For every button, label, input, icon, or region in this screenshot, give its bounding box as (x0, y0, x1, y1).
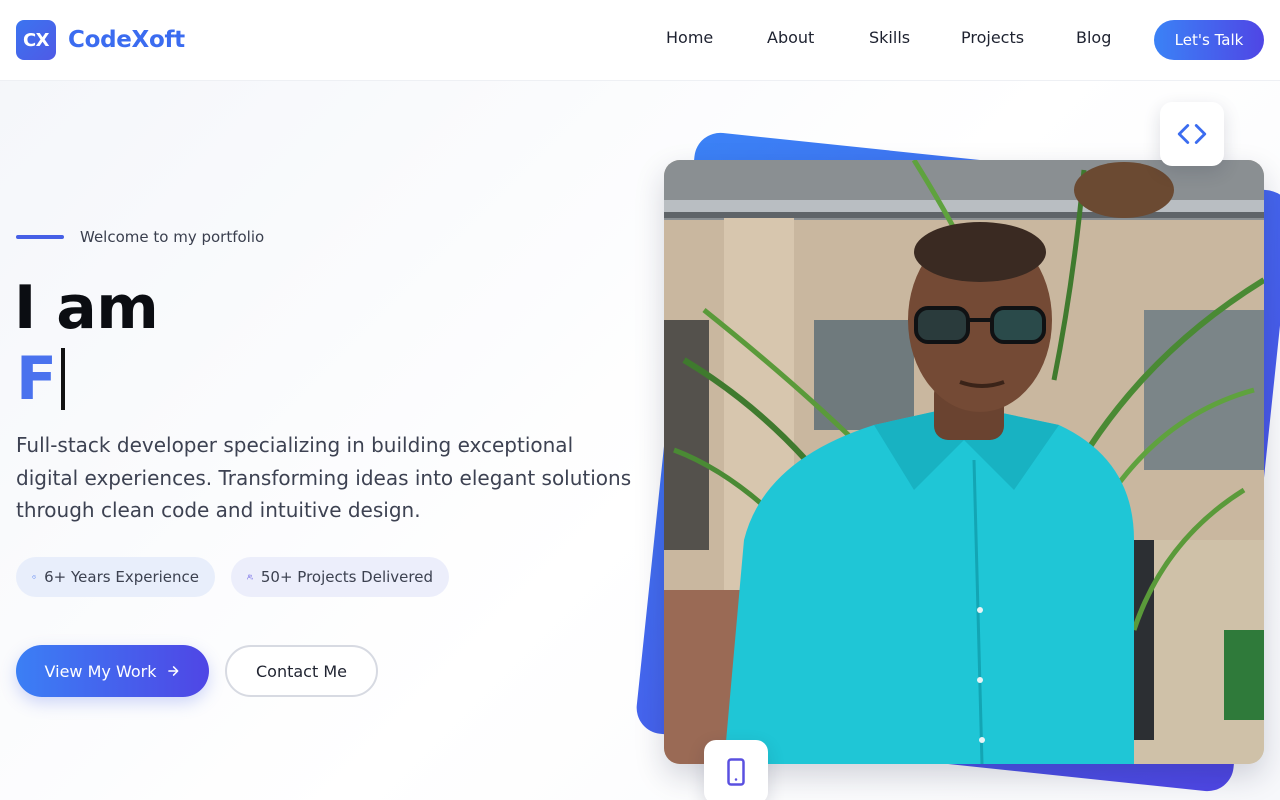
welcome-eyebrow: Welcome to my portfolio (16, 228, 264, 246)
mobile-device-icon (727, 758, 745, 786)
typed-role-text: F (16, 344, 57, 414)
nav-link-projects[interactable]: Projects (961, 28, 1024, 47)
main-nav: Home About Skills Projects Blog (0, 28, 1280, 52)
view-my-work-label: View My Work (44, 661, 157, 681)
nav-link-home[interactable]: Home (666, 28, 713, 47)
mobile-badge (704, 740, 768, 800)
stat-label-projects: 50+ Projects Delivered (260, 568, 433, 586)
portrait-illustration (664, 160, 1264, 764)
typing-cursor (61, 348, 65, 410)
hero-description: Full-stack developer specializing in bui… (16, 433, 632, 522)
eyebrow-text: Welcome to my portfolio (80, 228, 265, 246)
lets-talk-button[interactable]: Let's Talk (1154, 20, 1264, 60)
stat-badge-projects: 50+ Projects Delivered (231, 557, 449, 597)
eyebrow-line (16, 235, 64, 239)
arrow-right-icon (168, 666, 179, 676)
view-my-work-button[interactable]: View My Work (16, 645, 209, 697)
code-icon (1177, 124, 1207, 144)
typed-role: F (16, 346, 65, 412)
users-icon (247, 574, 253, 580)
contact-me-button[interactable]: Contact Me (225, 645, 378, 697)
check-circle-icon (32, 575, 36, 579)
nav-link-skills[interactable]: Skills (869, 28, 910, 47)
nav-link-about[interactable]: About (767, 28, 814, 47)
stat-label-experience: 6+ Years Experience (44, 568, 199, 586)
nav-link-blog[interactable]: Blog (1076, 28, 1111, 47)
hero-title: I am (14, 273, 159, 343)
code-badge (1160, 102, 1224, 166)
site-header: CX CodeXoft Home About Skills Projects B… (0, 0, 1280, 81)
portrait-photo (664, 160, 1264, 764)
stat-badge-experience: 6+ Years Experience (16, 557, 215, 597)
